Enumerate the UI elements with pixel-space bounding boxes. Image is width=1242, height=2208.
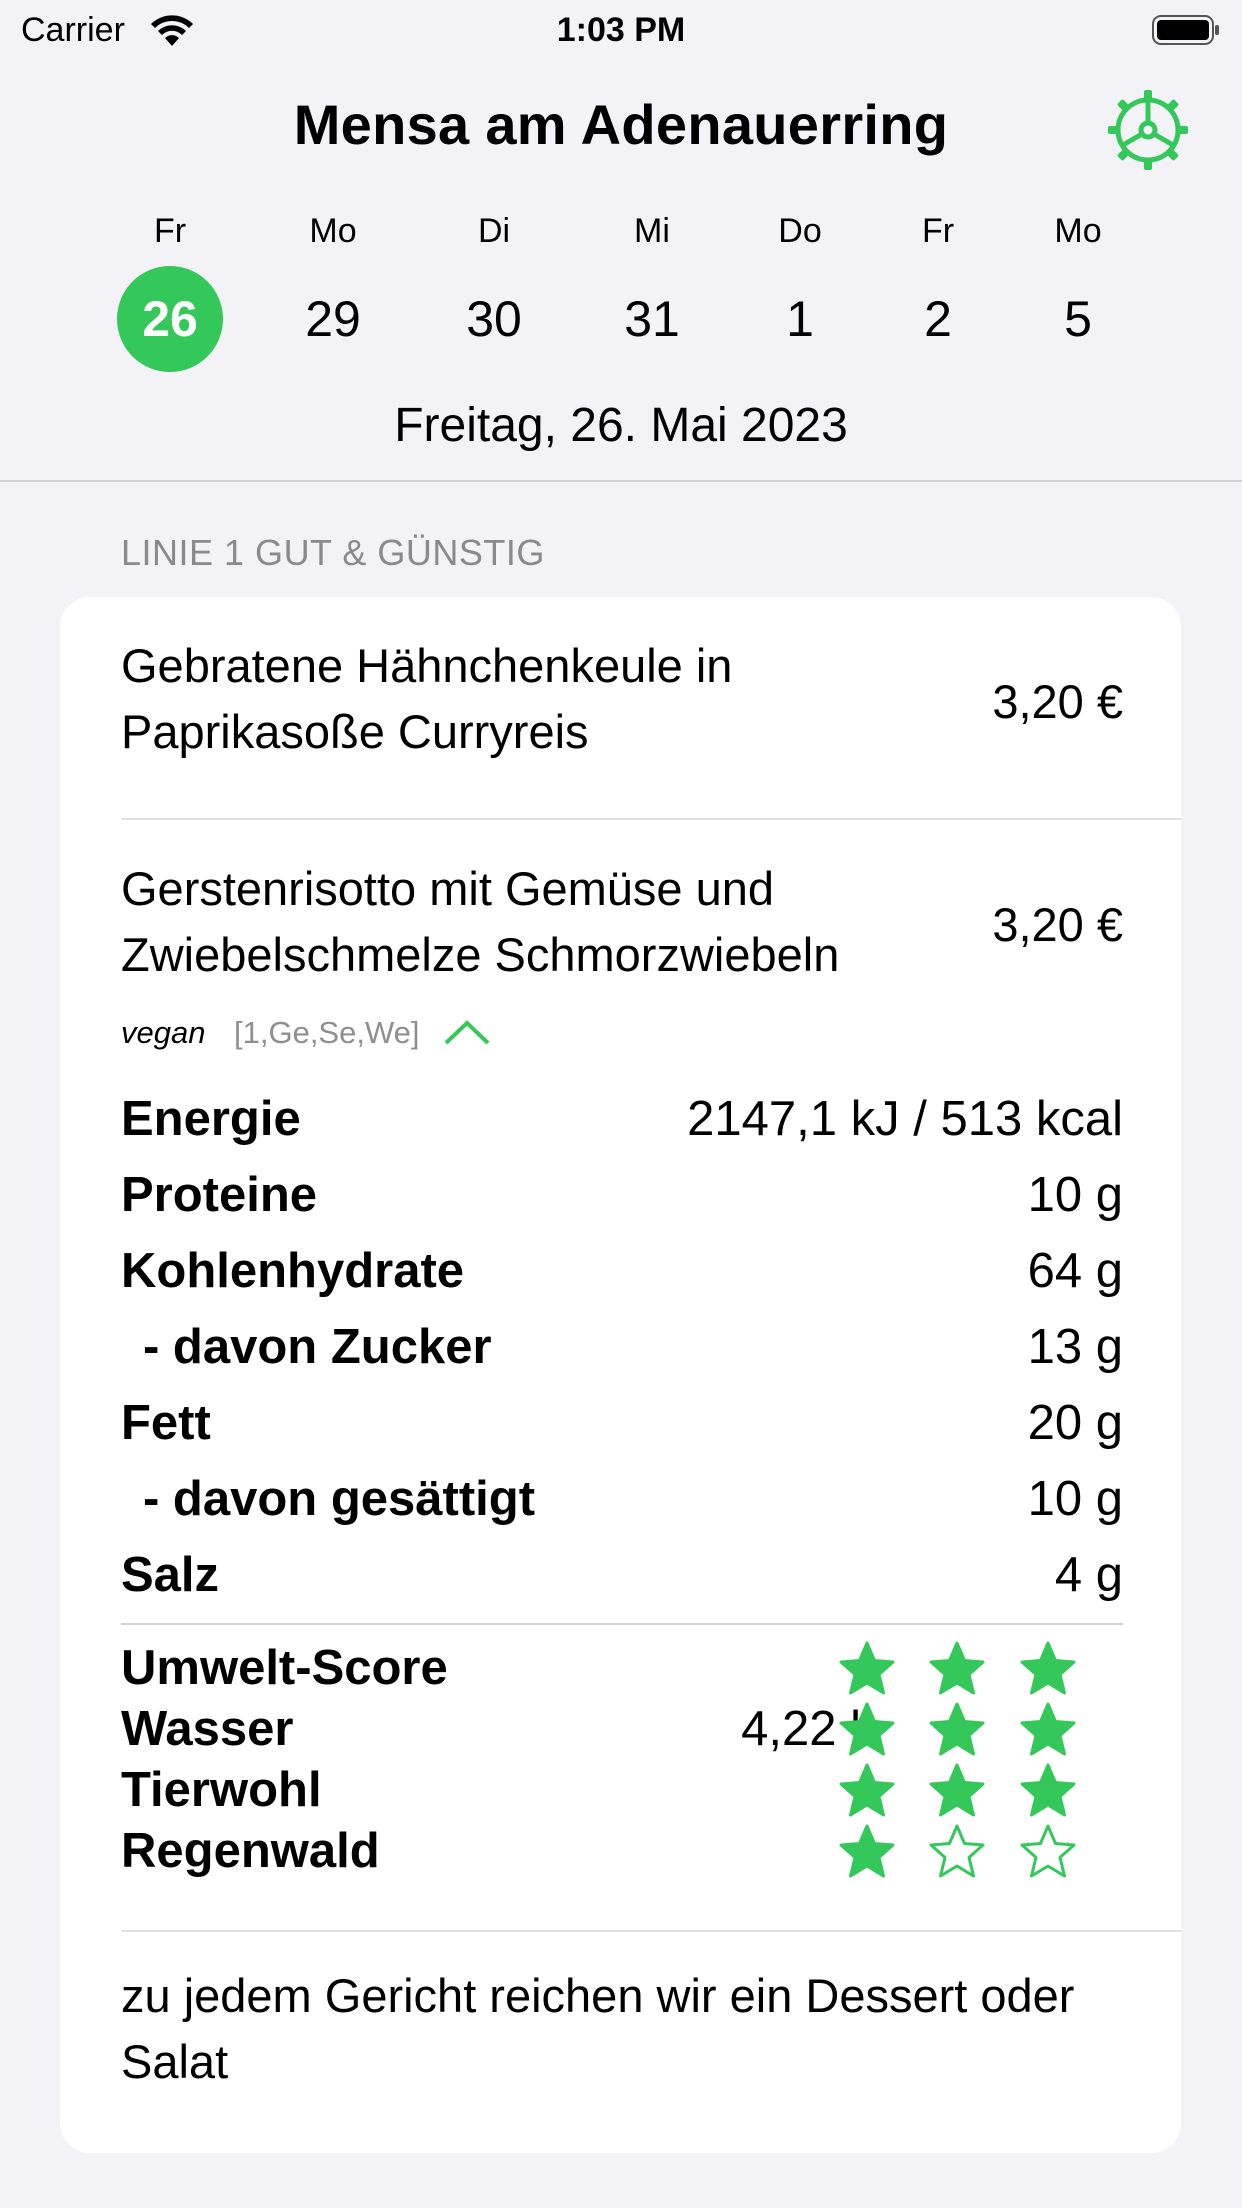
star-filled-icon (929, 1702, 985, 1756)
score-label: Umwelt-Score (121, 1641, 448, 1695)
nutrition-value: 10 g (1027, 1472, 1123, 1526)
nutrition-row-kohlenhydrate: Kohlenhydrate 64 g (121, 1243, 1123, 1313)
day-number: 26 (117, 266, 223, 372)
day-item-mi-31[interactable]: Mi 31 (592, 212, 712, 382)
star-empty-icon (1020, 1824, 1076, 1878)
selected-date-label: Freitag, 26. Mai 2023 (394, 399, 848, 452)
day-number: 29 (305, 291, 361, 347)
meal-name[interactable]: Gerstenrisotto mit Gemüse und Zwiebelsch… (121, 856, 921, 988)
day-weekday: Mo (1054, 212, 1102, 250)
day-number: 30 (466, 291, 522, 347)
nutrition-label: Salz (121, 1548, 220, 1602)
nutrition-label: - davon Zucker (143, 1320, 492, 1374)
nutrition-label: - davon gesättigt (143, 1472, 536, 1526)
day-number: 31 (624, 291, 680, 347)
score-row-wasser: Wasser 4,22 l (121, 1701, 1123, 1761)
nutrition-row-proteine: Proteine 10 g (121, 1167, 1123, 1237)
meal-price: 3,20 € (992, 675, 1123, 728)
divider (121, 1930, 1181, 1932)
gear-icon[interactable] (1106, 88, 1190, 172)
nutrition-row-fett: Fett 20 g (121, 1395, 1123, 1465)
star-filled-icon (1020, 1702, 1076, 1756)
meal-card: Gebratene Hähnchenkeule in Paprikasoße C… (60, 597, 1181, 2153)
day-number: 2 (924, 291, 952, 347)
diet-tag: vegan (121, 1015, 206, 1050)
allergen-codes: [1,Ge,Se,We] (234, 1015, 420, 1050)
day-item-di-30[interactable]: Di 30 (434, 212, 554, 382)
divider (121, 1623, 1123, 1625)
status-bar: Carrier 1:03 PM (0, 0, 1242, 62)
day-weekday: Mi (634, 212, 670, 250)
nutrition-value: 2147,1 kJ / 513 kcal (687, 1092, 1123, 1146)
star-filled-icon (929, 1763, 985, 1817)
nutrition-value: 13 g (1027, 1320, 1123, 1374)
star-filled-icon (1020, 1763, 1076, 1817)
star-filled-icon (839, 1702, 895, 1756)
nutrition-row-gesaettigt: - davon gesättigt 10 g (121, 1471, 1123, 1541)
score-label: Wasser (121, 1702, 294, 1756)
day-item-fr-26[interactable]: Fr 26 (110, 212, 230, 382)
nutrition-row-zucker: - davon Zucker 13 g (121, 1319, 1123, 1389)
battery-icon (1152, 15, 1219, 45)
nutrition-row-energie: Energie 2147,1 kJ / 513 kcal (121, 1091, 1123, 1161)
nutrition-value: 4 g (1054, 1548, 1123, 1602)
day-item-mo-5[interactable]: Mo 5 (1018, 212, 1138, 382)
day-item-do-1[interactable]: Do 1 (740, 212, 860, 382)
header: Mensa am Adenauerring Fr 26 Mo 29 Di 30 … (0, 62, 1242, 482)
day-weekday: Do (778, 212, 822, 250)
nutrition-label: Kohlenhydrate (121, 1244, 465, 1298)
day-weekday: Fr (921, 212, 955, 250)
day-weekday: Mo (309, 212, 357, 250)
score-row-tierwohl: Tierwohl (121, 1762, 1123, 1822)
page-title: Mensa am Adenauerring (293, 93, 949, 156)
score-label: Regenwald (121, 1824, 380, 1878)
meal-price: 3,20 € (992, 898, 1123, 951)
score-row-regenwald: Regenwald (121, 1823, 1123, 1883)
score-label: Tierwohl (121, 1763, 322, 1817)
status-time: 1:03 PM (556, 11, 686, 49)
nutrition-value: 64 g (1027, 1244, 1123, 1298)
header-divider (0, 480, 1242, 482)
nutrition-value: 10 g (1027, 1168, 1123, 1222)
divider (121, 818, 1181, 820)
star-filled-icon (1020, 1641, 1076, 1695)
nutrition-label: Fett (121, 1396, 211, 1450)
star-filled-icon (929, 1641, 985, 1695)
day-weekday: Di (477, 212, 511, 250)
day-number: 5 (1064, 291, 1092, 347)
star-filled-icon (839, 1763, 895, 1817)
nutrition-label: Energie (121, 1092, 301, 1146)
chevron-up-icon[interactable] (442, 1015, 492, 1051)
day-number: 1 (786, 291, 814, 347)
section-title: LINIE 1 GUT & GÜNSTIG (121, 532, 545, 573)
star-filled-icon (839, 1641, 895, 1695)
star-filled-icon (839, 1824, 895, 1878)
day-item-mo-29[interactable]: Mo 29 (273, 212, 393, 382)
meal-name[interactable]: Gebratene Hähnchenkeule in Paprikasoße C… (121, 633, 921, 765)
nutrition-value: 20 g (1027, 1396, 1123, 1450)
footer-note: zu jedem Gericht reichen wir ein Dessert… (121, 1969, 1075, 2088)
day-item-fr-2[interactable]: Fr 2 (878, 212, 998, 382)
day-picker: Fr 26 Mo 29 Di 30 Mi 31 Do 1 Fr 2 Mo 5 (0, 212, 1242, 382)
nutrition-label: Proteine (121, 1168, 318, 1222)
nutrition-row-salz: Salz 4 g (121, 1547, 1123, 1617)
star-empty-icon (929, 1824, 985, 1878)
day-weekday: Fr (153, 212, 187, 250)
score-row-umwelt: Umwelt-Score (121, 1640, 1123, 1700)
